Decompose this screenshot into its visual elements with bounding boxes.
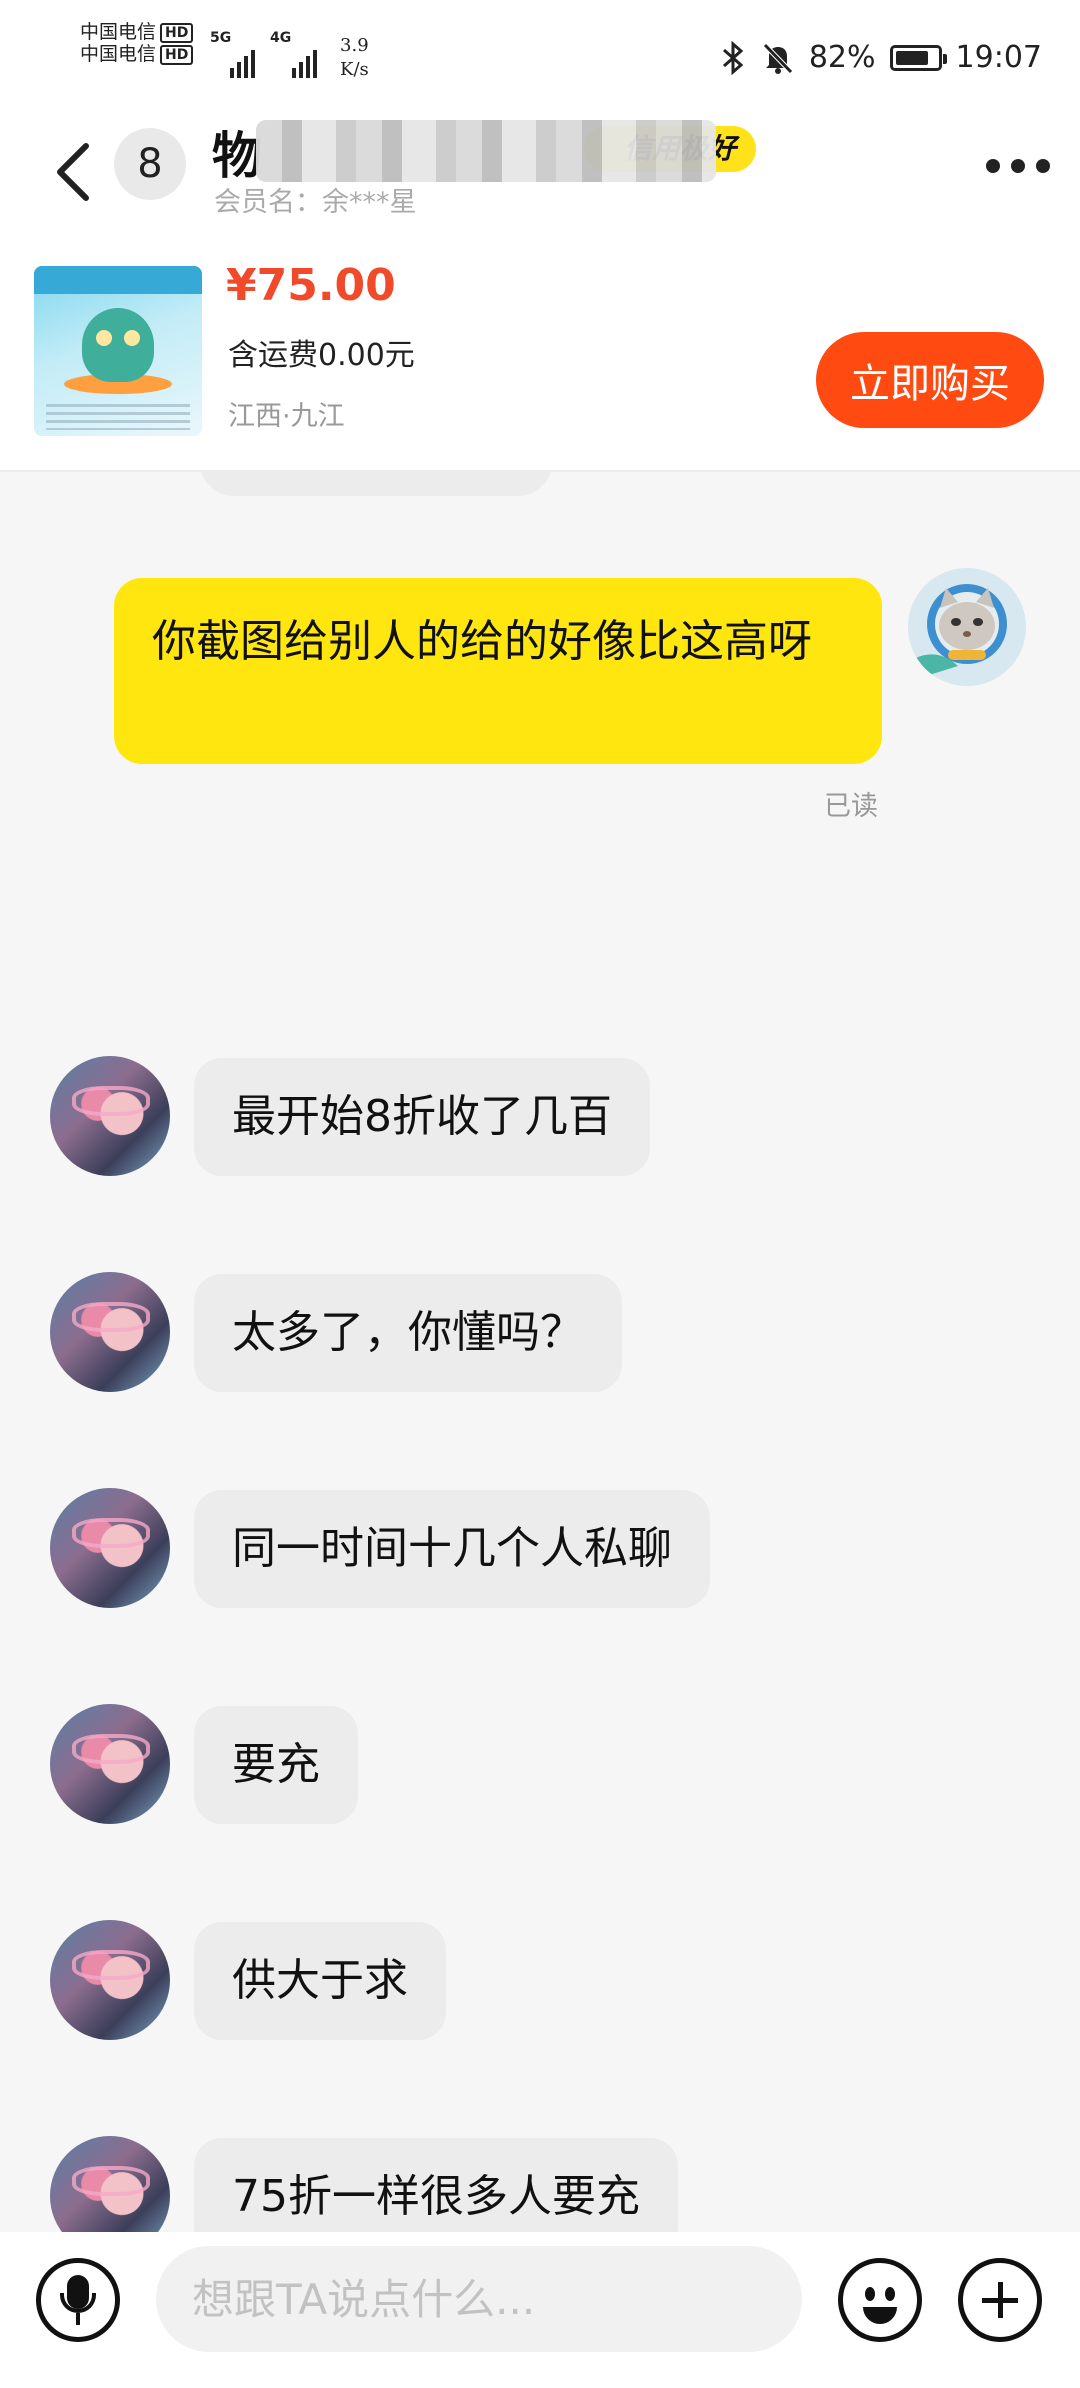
message-input[interactable]: [156, 2246, 802, 2352]
shipping-fee: 含运费0.00元: [228, 338, 415, 373]
their-message-bubble[interactable]: 太多了，你懂吗？: [194, 1274, 622, 1392]
battery-percent: 82%: [808, 40, 876, 75]
hd-badge: HD: [160, 44, 194, 65]
buy-now-button[interactable]: 立即购买: [816, 332, 1044, 428]
contact-avatar[interactable]: [50, 1704, 170, 1824]
carrier-1: 中国电信 HD: [80, 20, 194, 44]
clock: 19:07: [955, 40, 1042, 75]
more-actions-button[interactable]: [958, 2258, 1042, 2342]
emoji-smile-icon-mouth: [863, 2307, 897, 2324]
message-input-bar: [0, 2232, 1080, 2388]
read-receipt: 已读: [824, 791, 878, 822]
status-right: 82% 19:07: [721, 40, 1042, 75]
message-row: 75折一样很多人要充: [0, 2132, 1080, 2232]
thumbnail-banner: [34, 266, 202, 294]
voice-input-button[interactable]: [36, 2258, 120, 2342]
contact-avatar[interactable]: [50, 1272, 170, 1392]
thumbnail-text-lines: [46, 404, 190, 430]
carrier-2: 中国电信 HD: [80, 42, 194, 66]
my-avatar[interactable]: [908, 568, 1026, 686]
battery-fill: [895, 50, 929, 65]
carrier-1-label: 中国电信: [80, 21, 157, 43]
network-5g-label: 5G: [210, 30, 232, 46]
more-dots-icon: [1011, 159, 1025, 173]
speed-unit: K/s: [340, 59, 369, 80]
signal-icon: [292, 34, 317, 78]
bell-off-icon: [763, 42, 793, 74]
more-dots-icon: [1036, 159, 1050, 173]
seller-location: 江西·九江: [228, 401, 345, 432]
bluetooth-icon: [722, 40, 744, 75]
product-thumbnail[interactable]: [34, 266, 202, 436]
signal-icon: [230, 34, 255, 78]
message-row: 供大于求: [0, 1916, 1080, 2046]
their-message-bubble[interactable]: 75折一样很多人要充: [194, 2138, 678, 2232]
speed-value: 3.9: [340, 35, 369, 56]
message-row: 要充: [0, 1700, 1080, 1830]
my-message-bubble[interactable]: 你截图给别人的给的好像比这高呀: [114, 578, 882, 764]
chat-messages[interactable]: 你截图给别人的给的好像比这高呀 已读 最开始8折收了几百 太多了，你懂吗？ 同一…: [0, 472, 1080, 2232]
their-message-bubble[interactable]: 最开始8折收了几百: [194, 1058, 650, 1176]
product-price: ¥75.00: [226, 260, 396, 311]
more-dots-icon: [986, 159, 1000, 173]
microphone-icon-stand: [76, 2313, 80, 2325]
microphone-icon-cup: [60, 2293, 96, 2313]
back-button[interactable]: [46, 132, 106, 212]
privacy-blur: [256, 120, 716, 182]
their-message-bubble[interactable]: 要充: [194, 1706, 358, 1824]
emoji-smile-icon-eye: [885, 2287, 895, 2301]
carrier-2-label: 中国电信: [80, 43, 157, 65]
message-row: 太多了，你懂吗？: [0, 1268, 1080, 1398]
unread-count-badge: 8: [114, 128, 186, 200]
more-options-button[interactable]: [986, 146, 1050, 186]
chat-header: 8 物 信用极好 会员名：余***星: [0, 120, 1080, 230]
previous-message-bubble: [200, 472, 552, 496]
chevron-left-icon: [57, 143, 89, 201]
network-speed: 3.9 K/s: [340, 34, 369, 82]
emoji-smile-icon: [865, 2287, 875, 2301]
hd-badge: HD: [160, 22, 194, 43]
their-message-bubble[interactable]: 同一时间十几个人私聊: [194, 1490, 710, 1608]
their-message-bubble[interactable]: 供大于求: [194, 1922, 446, 2040]
emoji-button[interactable]: [838, 2258, 922, 2342]
member-name: 会员名：余***星: [214, 187, 417, 218]
contact-avatar[interactable]: [50, 1920, 170, 2040]
message-row: 最开始8折收了几百: [0, 1052, 1080, 1182]
contact-avatar[interactable]: [50, 2136, 170, 2232]
contact-avatar[interactable]: [50, 1056, 170, 1176]
cat-astronaut-avatar-icon: [908, 568, 1026, 686]
battery-icon: [889, 44, 947, 71]
status-bar: 中国电信 HD 中国电信 HD 5G 4G 3.9 K/s 82% 19:07: [0, 0, 1080, 120]
message-row: 同一时间十几个人私聊: [0, 1484, 1080, 1614]
product-card[interactable]: ¥75.00 含运费0.00元 江西·九江 立即购买: [0, 230, 1080, 472]
contact-avatar[interactable]: [50, 1488, 170, 1608]
thumbnail-mascot: [82, 308, 154, 382]
network-4g-label: 4G: [270, 30, 292, 46]
